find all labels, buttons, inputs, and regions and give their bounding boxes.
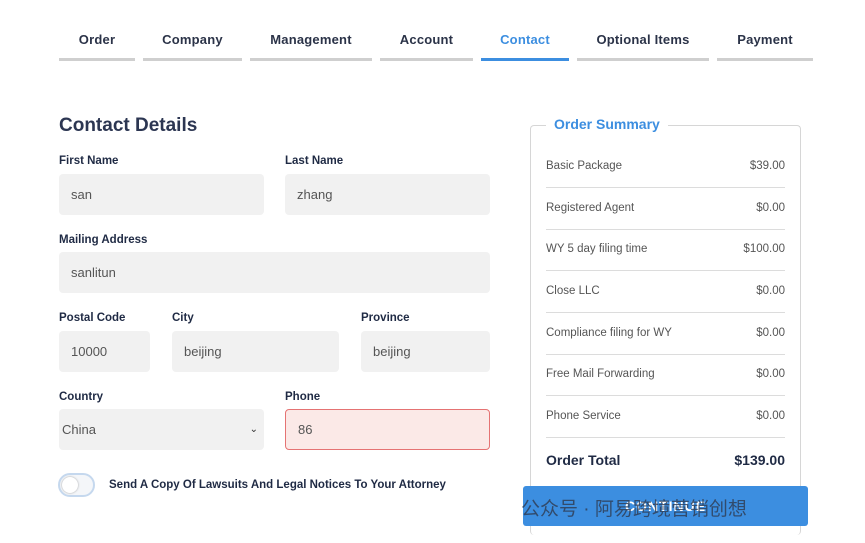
summary-item-price: $100.00 [743, 243, 785, 255]
phone-label: Phone [285, 391, 321, 403]
tab-label: Company [162, 32, 223, 47]
summary-item-name: Phone Service [546, 410, 621, 422]
chevron-down-icon: ⌄ [249, 424, 258, 435]
summary-item-price: $0.00 [756, 327, 785, 339]
summary-row: Phone Service $0.00 [546, 397, 785, 438]
tab-label: Account [399, 32, 454, 47]
tab-label: Optional Items [596, 32, 690, 47]
attorney-toggle-label: Send A Copy Of Lawsuits And Legal Notice… [109, 479, 446, 491]
last-name-input[interactable]: zhang [285, 174, 490, 215]
summary-row: Free Mail Forwarding $0.00 [546, 355, 785, 396]
mailing-address-label: Mailing Address [59, 234, 148, 246]
first-name-input[interactable]: san [59, 174, 264, 215]
tab-order[interactable]: Order [59, 0, 135, 62]
tab-label: Order [78, 32, 116, 47]
summary-row: Basic Package $39.00 [546, 147, 785, 188]
country-selected-value: China [62, 422, 96, 437]
tab-payment[interactable]: Payment [717, 0, 813, 62]
tab-account[interactable]: Account [380, 0, 473, 62]
tab-underline [380, 58, 473, 61]
mailing-address-input[interactable]: sanlitun [59, 252, 490, 293]
postal-code-input[interactable]: 10000 [59, 331, 150, 372]
summary-item-name: Compliance filing for WY [546, 327, 672, 339]
summary-row: Close LLC $0.00 [546, 272, 785, 313]
tab-underline [250, 58, 372, 61]
tab-underline [577, 58, 709, 61]
phone-input[interactable]: 86 [285, 409, 490, 450]
tab-label: Management [270, 32, 352, 47]
summary-item-price: $39.00 [749, 160, 785, 172]
watermark: 公众号 · 阿易跨境营销创想 [521, 499, 747, 520]
summary-item-name: Basic Package [546, 160, 623, 172]
first-name-label: First Name [59, 155, 119, 167]
step-tabs: Order Company Management Account Contact… [0, 0, 865, 62]
summary-item-price: $0.00 [756, 368, 785, 380]
last-name-label: Last Name [285, 155, 344, 167]
summary-item-price: $0.00 [756, 202, 785, 214]
tab-management[interactable]: Management [250, 0, 372, 62]
tab-underline [481, 58, 569, 61]
postal-code-label: Postal Code [59, 312, 126, 324]
summary-item-name: WY 5 day filing time [546, 243, 648, 255]
tab-label: Payment [737, 32, 793, 47]
order-summary-title: Order Summary [546, 116, 668, 132]
summary-row: WY 5 day filing time $100.00 [546, 230, 785, 271]
tab-company[interactable]: Company [143, 0, 242, 62]
city-input[interactable]: beijing [172, 331, 339, 372]
summary-item-name: Close LLC [546, 285, 600, 297]
order-total-value: $139.00 [734, 452, 785, 468]
tab-optional-items[interactable]: Optional Items [577, 0, 709, 62]
summary-item-name: Free Mail Forwarding [546, 368, 655, 380]
toggle-knob [62, 477, 78, 493]
summary-item-name: Registered Agent [546, 202, 635, 214]
province-input[interactable]: beijing [361, 331, 490, 372]
province-label: Province [361, 312, 410, 324]
tab-underline [143, 58, 242, 61]
section-title: Contact Details [59, 115, 198, 136]
tab-underline [717, 58, 813, 61]
attorney-toggle[interactable] [58, 473, 95, 497]
summary-row: Compliance filing for WY $0.00 [546, 314, 785, 355]
order-total-label: Order Total [546, 452, 621, 468]
summary-item-price: $0.00 [756, 410, 785, 422]
city-label: City [172, 312, 194, 324]
summary-total-row: Order Total $139.00 [546, 438, 785, 479]
summary-item-price: $0.00 [756, 285, 785, 297]
country-select[interactable]: China ⌄ [59, 409, 264, 450]
summary-row: Registered Agent $0.00 [546, 189, 785, 230]
tab-underline [59, 58, 135, 61]
country-label: Country [59, 391, 104, 403]
tab-label: Contact [500, 32, 550, 47]
tab-contact[interactable]: Contact [481, 0, 569, 62]
